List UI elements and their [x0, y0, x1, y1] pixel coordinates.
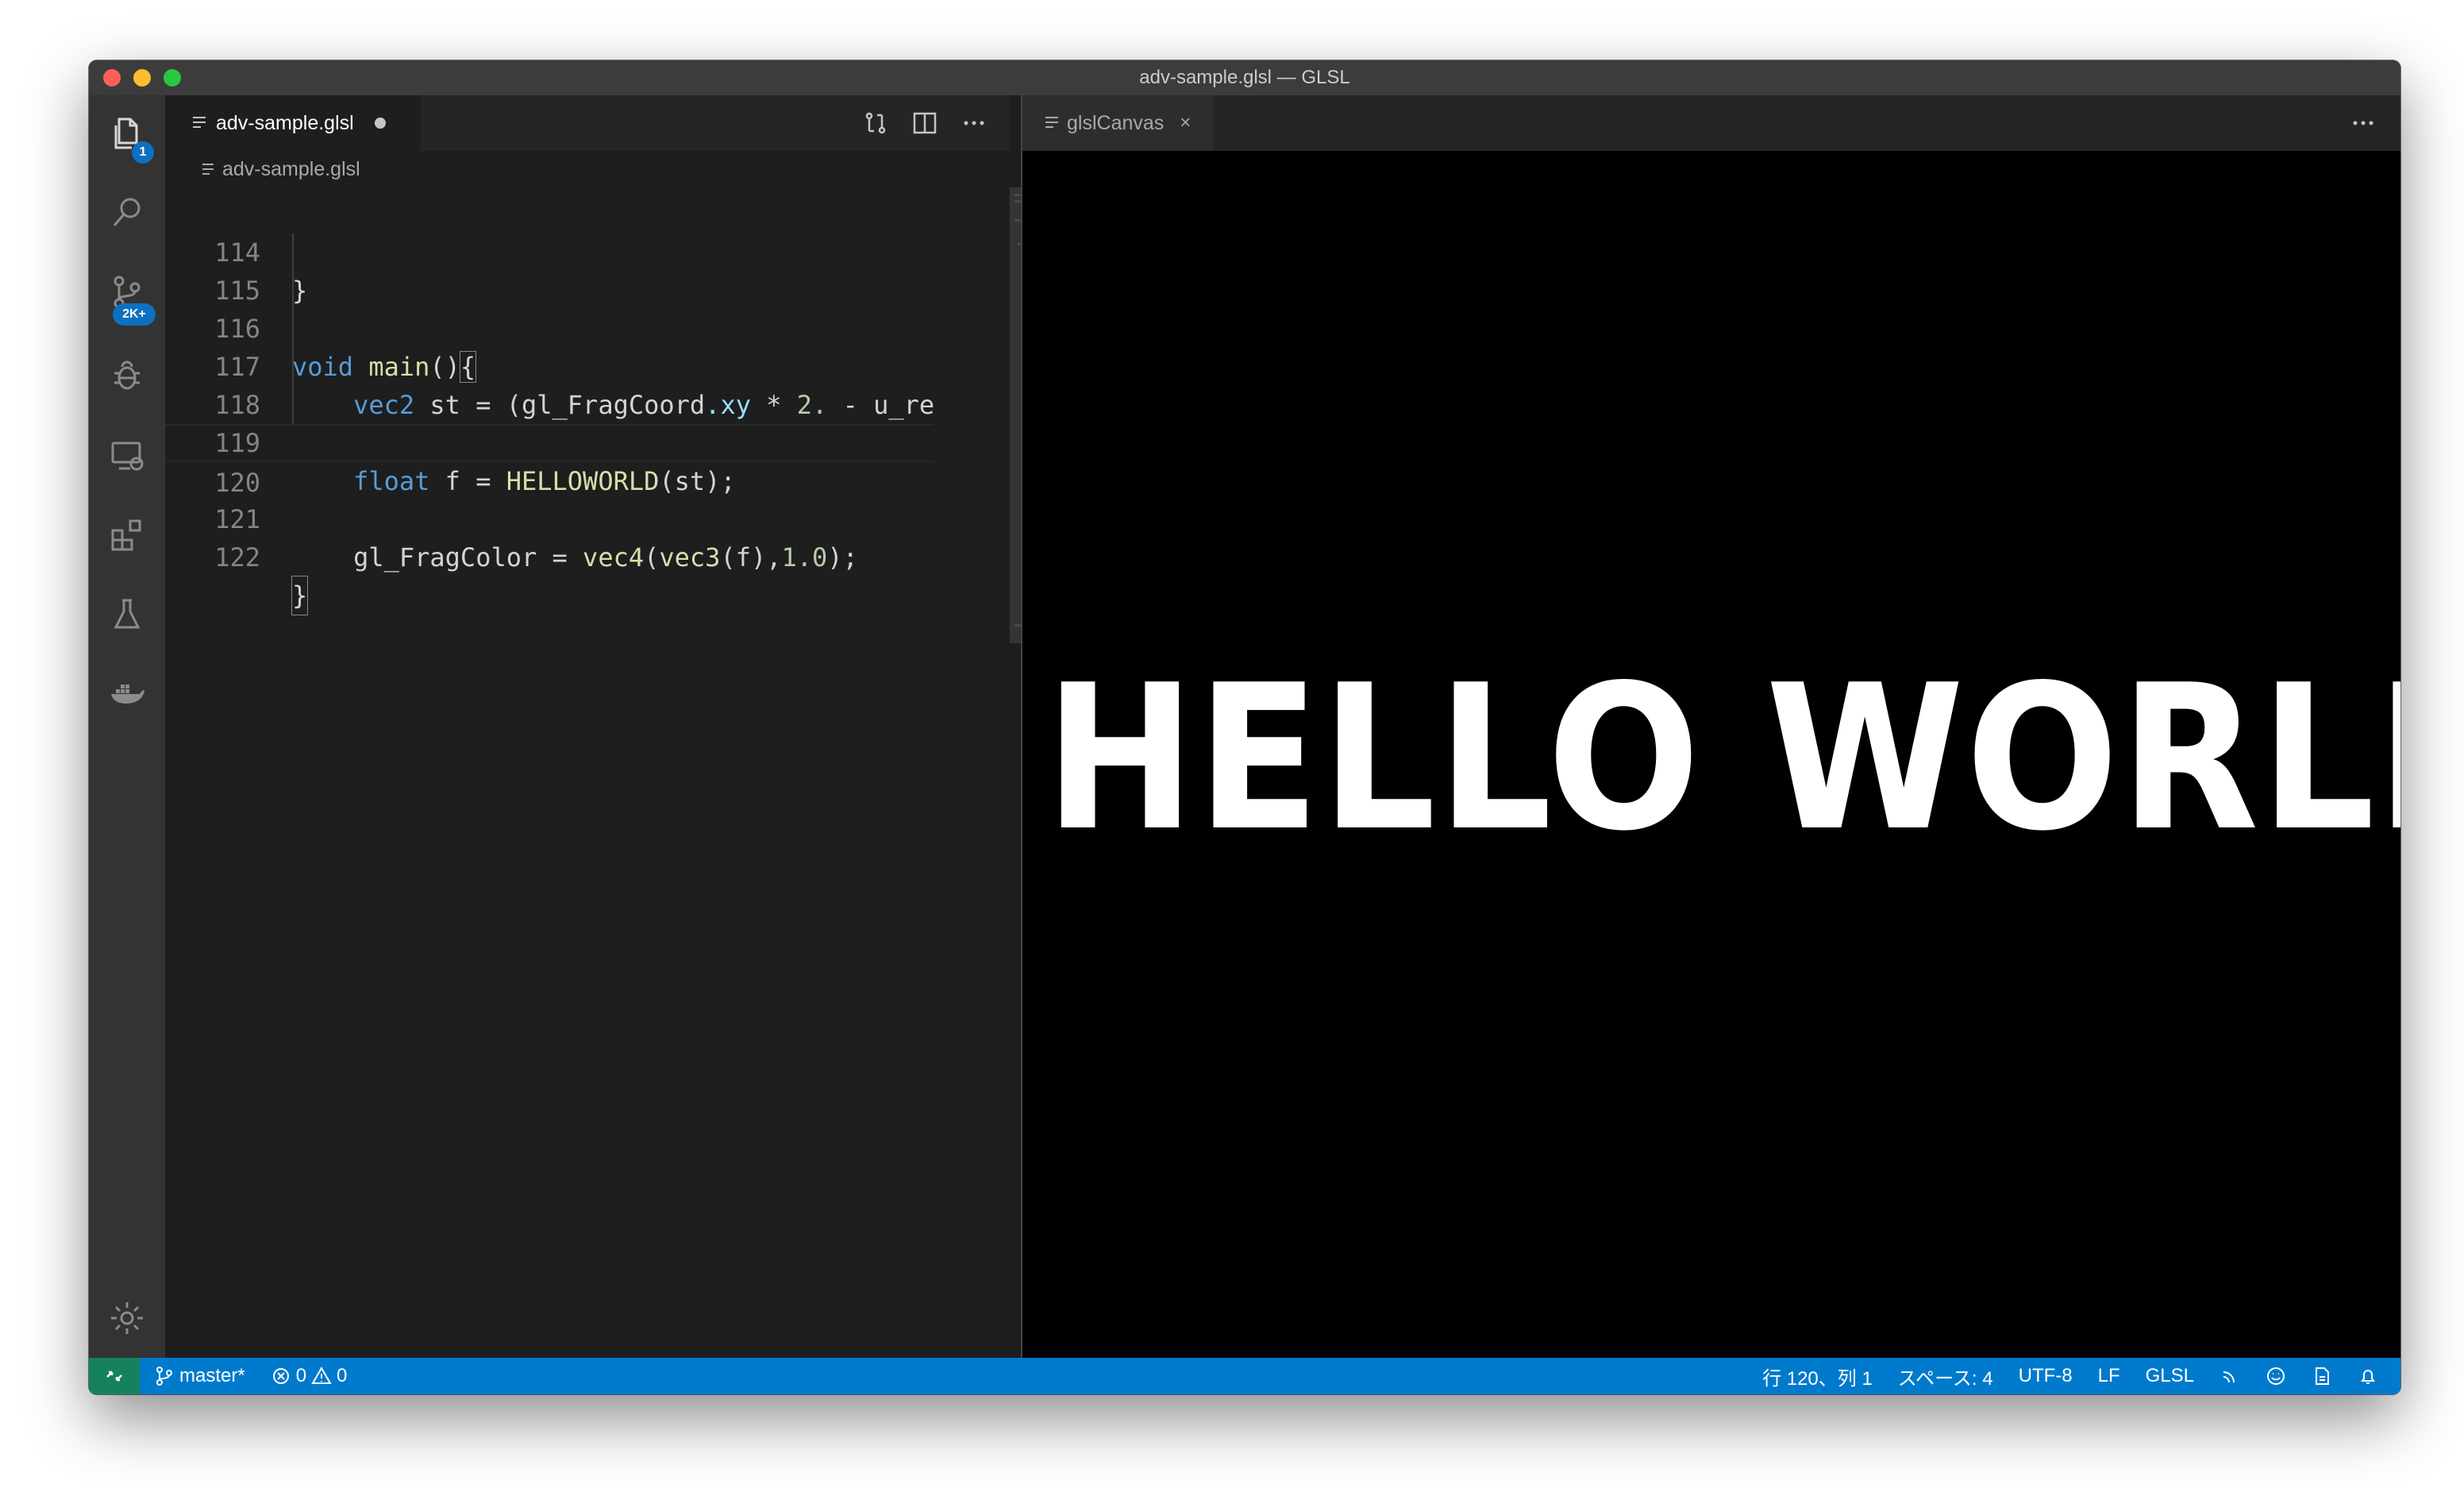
tab-adv-sample[interactable]: adv-sample.glsl	[165, 95, 421, 151]
tab-glslcanvas[interactable]: glslCanvas ×	[1022, 95, 1213, 151]
extensions-icon	[111, 519, 141, 551]
notifications-button[interactable]	[2358, 1366, 2378, 1386]
breadcrumb-file[interactable]: adv-sample.glsl	[222, 158, 360, 181]
traffic-lights	[103, 69, 181, 87]
editor-group-left: adv-sample.glsl adv-sample.glsl 114} 11…	[165, 95, 1099, 1358]
explorer-badge: 1	[132, 141, 154, 164]
broadcast-button[interactable]	[2220, 1366, 2240, 1386]
file-lines-icon	[202, 164, 214, 175]
remote-explorer-button[interactable]	[89, 424, 165, 488]
tab-bar-right: glslCanvas ×	[1022, 95, 2400, 151]
code-line: 116 void main(){	[165, 272, 934, 383]
activity-bar: 1 2K+	[89, 95, 165, 1358]
source-control-button[interactable]: 2K+	[89, 260, 165, 326]
more-actions-icon[interactable]	[961, 110, 988, 137]
title-bar: adv-sample.glsl — GLSL	[89, 60, 2400, 95]
branch-name: master*	[179, 1365, 245, 1386]
debug-button[interactable]	[89, 343, 165, 407]
line-text: }	[291, 576, 309, 615]
code-line-current: 120	[165, 424, 934, 498]
manage-button[interactable]	[89, 1286, 165, 1350]
broadcast-icon	[2223, 1371, 2235, 1383]
warning-count: 0	[337, 1365, 348, 1386]
unsaved-dot-icon[interactable]	[374, 118, 386, 129]
split-editor-icon[interactable]	[911, 110, 938, 137]
line-number: 122	[214, 542, 260, 573]
remote-indicator[interactable]	[89, 1358, 140, 1394]
editor-actions	[862, 95, 988, 151]
close-tab-icon[interactable]: ×	[1180, 112, 1191, 134]
document-icon	[2316, 1367, 2329, 1385]
status-right: 行 120、列 1 スペース: 4 UTF-8 LF GLSL	[1762, 1358, 2378, 1394]
docker-button[interactable]	[89, 662, 165, 726]
breadcrumb[interactable]: adv-sample.glsl	[165, 151, 1010, 187]
docker-icon	[111, 684, 144, 704]
problems-indicator[interactable]: 0 0	[271, 1365, 348, 1387]
search-icon	[113, 198, 141, 226]
maximize-window-button[interactable]	[164, 69, 181, 87]
status-left: master* 0 0	[154, 1358, 347, 1394]
search-button[interactable]	[89, 181, 165, 245]
vscode-window: adv-sample.glsl — GLSL 1 2K+ adv-sample.…	[89, 60, 2400, 1394]
status-bar: master* 0 0 行 120、列 1 スペース: 4 UTF-8 LF G…	[89, 1358, 2400, 1394]
explorer-button[interactable]: 1	[89, 102, 165, 165]
feedback-button[interactable]	[2266, 1366, 2286, 1386]
bug-icon	[114, 361, 140, 390]
window-title: adv-sample.glsl — GLSL	[1139, 67, 1350, 88]
cursor-position[interactable]: 行 120、列 1	[1762, 1363, 1873, 1390]
editor-group-right: glslCanvas × HELLO WORLD!!	[1022, 95, 2400, 1358]
bell-icon	[2361, 1370, 2375, 1384]
scm-badge: 2K+	[113, 303, 156, 326]
code-line: 117 vec2 st = (gl_FragCoord.xy * 2. - u_…	[165, 310, 934, 420]
error-icon	[272, 1368, 289, 1384]
remote-icon	[106, 1371, 122, 1382]
line-text: gl_FragColor = vec4(vec3(f),1.0);	[353, 542, 858, 573]
git-branch-icon	[156, 1367, 172, 1386]
smiley-icon	[2267, 1367, 2285, 1385]
tab-label: adv-sample.glsl	[216, 111, 354, 134]
code-line: 115	[165, 233, 934, 306]
compare-changes-icon[interactable]	[862, 110, 889, 137]
canvas-output-text: HELLO WORLD!!	[1045, 642, 2400, 875]
gear-icon	[111, 1302, 143, 1334]
testing-button[interactable]	[89, 583, 165, 646]
file-lines-icon	[1045, 117, 1058, 128]
encoding[interactable]: UTF-8	[2019, 1365, 2073, 1387]
branch-indicator[interactable]: master*	[154, 1365, 245, 1387]
warning-icon	[311, 1367, 332, 1384]
tab-bar-left: adv-sample.glsl	[165, 95, 1010, 151]
tab-label: glslCanvas	[1067, 111, 1165, 134]
indentation[interactable]: スペース: 4	[1898, 1363, 1993, 1390]
language-mode[interactable]: GLSL	[2146, 1365, 2194, 1387]
extensions-button[interactable]	[89, 503, 165, 567]
flask-icon	[114, 599, 141, 629]
code-line: 119 float f = HELLOWORLD(st);	[165, 386, 934, 496]
error-count: 0	[295, 1365, 307, 1386]
code-line: 118	[165, 348, 934, 420]
code-line: 121 gl_FragColor = vec4(vec3(f),1.0);	[165, 462, 934, 573]
file-lines-icon	[193, 117, 206, 128]
close-window-button[interactable]	[103, 69, 121, 87]
end-of-line[interactable]: LF	[2098, 1365, 2120, 1387]
more-actions-icon[interactable]	[2350, 110, 2377, 137]
remote-explorer-icon	[111, 441, 144, 471]
code-line: 114 }	[165, 195, 934, 306]
minimize-window-button[interactable]	[133, 69, 151, 87]
glsl-canvas[interactable]: HELLO WORLD!!	[1022, 151, 2400, 1358]
code-editor[interactable]: 114 } 115 116 void main(){ 117 vec2 st =…	[165, 195, 934, 1275]
live-share-button[interactable]	[2312, 1366, 2332, 1386]
code-line: 122 }	[165, 500, 934, 615]
